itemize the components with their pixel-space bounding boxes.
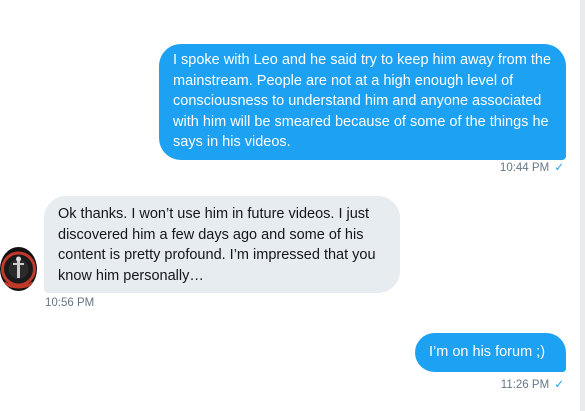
- message-meta: 11:26 PM ✓: [501, 377, 564, 391]
- message-text: Ok thanks. I won’t use him in future vid…: [58, 206, 376, 284]
- message-timestamp: 10:44 PM: [499, 162, 550, 174]
- message-timestamp: 10:56 PM: [45, 297, 95, 309]
- read-check-icon: ✓: [554, 379, 564, 391]
- message-text: I spoke with Leo and he said try to keep…: [173, 52, 552, 150]
- read-check-icon: ✓: [554, 162, 564, 174]
- message-text: I’m on his forum ;): [429, 344, 546, 360]
- conversation-thread: I spoke with Leo and he said try to keep…: [0, 0, 585, 411]
- user-avatar-icon[interactable]: [0, 247, 37, 291]
- scrollbar[interactable]: [580, 0, 585, 411]
- message-meta: 10:44 PM ✓: [500, 160, 564, 174]
- outgoing-message-bubble[interactable]: I spoke with Leo and he said try to keep…: [159, 44, 566, 160]
- incoming-message-bubble[interactable]: Ok thanks. I won’t use him in future vid…: [44, 196, 400, 293]
- message-timestamp: 11:26 PM: [500, 379, 550, 391]
- outgoing-message-bubble[interactable]: I’m on his forum ;): [415, 333, 566, 372]
- message-meta: 10:56 PM: [45, 297, 94, 309]
